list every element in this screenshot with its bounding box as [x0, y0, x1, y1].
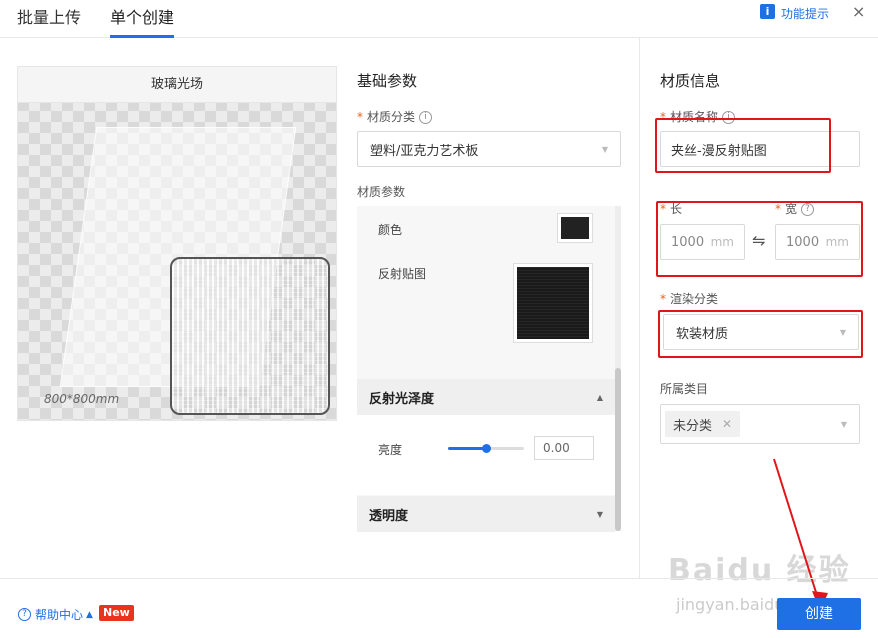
zoom-detail	[170, 257, 330, 415]
material-category-select[interactable]: 塑料/亚克力艺术板 ▼	[357, 131, 621, 167]
annotation-box-render	[658, 310, 863, 358]
help-center-label: 帮助中心	[35, 608, 84, 622]
required-mark: *	[357, 110, 363, 124]
color-picker[interactable]	[557, 213, 593, 243]
caret-up-icon: ▲	[86, 609, 93, 620]
close-icon[interactable]: ✕	[722, 417, 732, 431]
chevron-down-icon: ▼	[840, 419, 847, 429]
opacity-group-title: 透明度	[369, 508, 409, 524]
opacity-group-header[interactable]: 透明度 ▼	[357, 496, 615, 532]
tab-batch-upload[interactable]: 批量上传	[17, 4, 81, 28]
help-center-link[interactable]: ? 帮助中心 ▲	[18, 606, 93, 623]
gloss-group-title: 反射光泽度	[369, 391, 435, 407]
params-label: 材质参数	[357, 185, 406, 199]
new-badge: New	[99, 605, 134, 621]
chevron-down-icon: ▼	[596, 509, 603, 519]
tab-single-create[interactable]: 单个创建	[110, 4, 174, 28]
annotation-box-size	[656, 201, 863, 277]
annotation-arrow	[773, 458, 828, 611]
info-icon[interactable]: i	[419, 111, 433, 124]
close-icon[interactable]: ×	[852, 2, 865, 21]
material-category-value: 塑料/亚克力艺术板	[370, 143, 479, 159]
preview-title: 玻璃光场	[18, 67, 336, 103]
brightness-input[interactable]: 0.00	[534, 436, 594, 460]
annotation-box-name	[655, 118, 831, 173]
render-label: * 渲染分类	[660, 290, 718, 307]
brightness-label: 亮度	[378, 443, 403, 457]
chevron-up-icon: ▲	[596, 392, 603, 402]
footer-divider	[0, 578, 878, 579]
info-icon[interactable]: i	[760, 4, 775, 19]
active-tab-indicator	[110, 35, 174, 38]
render-label-text: 渲染分类	[670, 292, 719, 306]
reflect-map-label: 反射贴图	[378, 267, 427, 281]
gloss-group-header[interactable]: 反射光泽度 ▲	[357, 379, 615, 415]
category-belong-label: 所属类目	[660, 382, 709, 396]
preview-size-caption: 800*800mm	[44, 392, 120, 406]
feature-hint-link[interactable]: 功能提示	[781, 5, 829, 22]
material-preview: 玻璃光场 800*800mm	[17, 66, 337, 421]
tab-bar: 批量上传 单个创建	[0, 0, 878, 38]
category-label: * 材质分类 i	[357, 108, 433, 125]
category-tag-label: 未分类	[673, 418, 713, 434]
category-tag: 未分类 ✕	[665, 411, 741, 437]
material-info-title: 材质信息	[660, 72, 721, 90]
required-mark: *	[660, 292, 666, 306]
basic-params-title: 基础参数	[357, 72, 418, 90]
color-label: 颜色	[378, 223, 403, 237]
brightness-slider-handle[interactable]	[482, 444, 491, 453]
reflect-map-thumbnail[interactable]	[513, 263, 593, 343]
chevron-down-icon: ▼	[601, 144, 608, 154]
brightness-slider-fill	[448, 447, 486, 450]
category-label-text: 材质分类	[367, 110, 416, 124]
column-divider	[639, 38, 640, 578]
help-icon: ?	[18, 608, 31, 621]
create-button[interactable]: 创建	[777, 598, 861, 630]
params-scrollbar-thumb[interactable]	[615, 368, 621, 531]
